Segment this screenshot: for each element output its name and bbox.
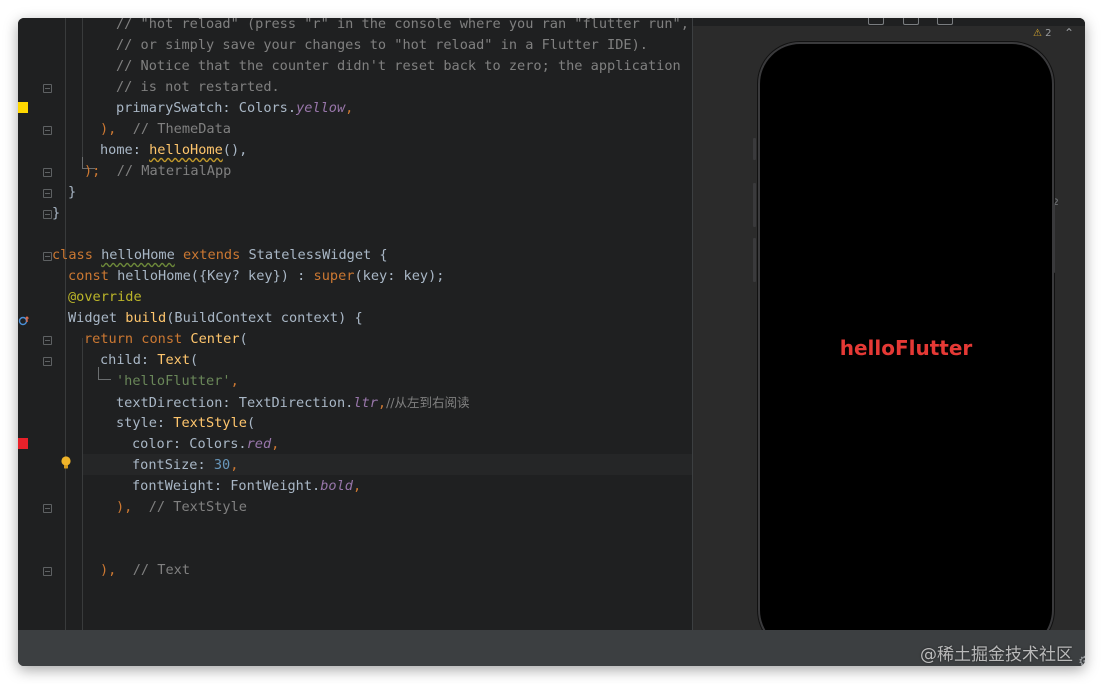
code-line-16: child: Text( bbox=[100, 352, 199, 368]
fold-icon[interactable] bbox=[43, 504, 52, 513]
ide-window: // "hot reload" (press "r" in the consol… bbox=[18, 18, 1085, 666]
warning-count: 2 bbox=[1045, 28, 1052, 39]
fold-icon[interactable] bbox=[43, 252, 52, 261]
hello-flutter-text: helloFlutter bbox=[839, 336, 973, 360]
code-line-12: const helloHome({Key? key}) : super(key:… bbox=[68, 268, 445, 284]
phone-mute-button bbox=[753, 138, 756, 160]
color-preview-yellow[interactable] bbox=[18, 102, 28, 113]
code-line-20: color: Colors.red, bbox=[132, 436, 280, 452]
color-preview-red[interactable] bbox=[18, 438, 28, 449]
warning-indicator[interactable]: ⚠ 2 bbox=[1033, 27, 1052, 41]
emulator-toolbar bbox=[693, 18, 1085, 26]
code-line-18: textDirection: TextDirection.ltr,//从左到右阅… bbox=[116, 395, 470, 411]
window-icon[interactable] bbox=[937, 18, 953, 25]
code-line-13: @override bbox=[68, 289, 142, 305]
fold-icon[interactable] bbox=[43, 357, 52, 366]
phone-power-button bbox=[1052, 203, 1055, 273]
code-line-9: } bbox=[68, 184, 77, 200]
code-line-4: // is not restarted. bbox=[116, 79, 280, 95]
phone-volume-down-button bbox=[753, 238, 756, 282]
fold-icon[interactable] bbox=[43, 126, 52, 135]
code-line-19: style: TextStyle( bbox=[116, 415, 256, 431]
fold-icon[interactable] bbox=[43, 189, 52, 198]
fold-icon[interactable] bbox=[43, 567, 52, 576]
screenshot-icon[interactable] bbox=[903, 18, 919, 25]
code-line-24: ), // Text bbox=[100, 562, 191, 578]
code-line-23: ), // TextStyle bbox=[116, 499, 247, 515]
gear-icon[interactable]: ⚙ bbox=[1078, 654, 1085, 666]
phone-volume-up-button bbox=[753, 183, 756, 227]
watermark: @稀土掘金技术社区 bbox=[920, 645, 1073, 665]
phone-emulator[interactable]: helloFlutter bbox=[758, 42, 1054, 652]
rotate-icon[interactable] bbox=[868, 18, 884, 25]
override-gutter-icon[interactable] bbox=[18, 312, 30, 326]
indent-guide bbox=[82, 18, 83, 158]
indent-guide bbox=[65, 18, 66, 630]
code-editor[interactable]: // "hot reload" (press "r" in the consol… bbox=[18, 18, 1085, 630]
fold-icon[interactable] bbox=[43, 336, 52, 345]
code-line-8: ); // MaterialApp bbox=[84, 163, 232, 179]
code-line-1: // "hot reload" (press "r" in the consol… bbox=[116, 18, 689, 32]
code-line-21: fontSize: 30, bbox=[132, 457, 239, 473]
code-line-17: 'helloFlutter', bbox=[116, 373, 239, 389]
code-line-10: } bbox=[52, 205, 61, 221]
code-line-3: // Notice that the counter didn't reset … bbox=[116, 58, 681, 74]
fold-icon[interactable] bbox=[43, 84, 52, 93]
code-line-5: primarySwatch: Colors.yellow, bbox=[116, 100, 354, 116]
code-line-6: ), // ThemeData bbox=[100, 121, 231, 137]
code-line-11: class helloHome extends StatelessWidget … bbox=[52, 247, 388, 263]
code-line-14: Widget build(BuildContext context) { bbox=[68, 310, 363, 326]
warning-icon: ⚠ bbox=[1033, 28, 1042, 39]
code-line-2: // or simply save your changes to "hot r… bbox=[116, 37, 648, 53]
fold-icon[interactable] bbox=[43, 210, 52, 219]
indent-guide bbox=[82, 338, 83, 630]
code-line-7: home: helloHome(), bbox=[100, 142, 248, 158]
chevron-up-icon[interactable]: ⌃ bbox=[1064, 26, 1074, 40]
lightbulb-icon[interactable] bbox=[60, 455, 72, 471]
code-line-22: fontWeight: FontWeight.bold, bbox=[132, 478, 362, 494]
code-line-15: return const Center( bbox=[84, 331, 248, 347]
fold-icon[interactable] bbox=[43, 168, 52, 177]
